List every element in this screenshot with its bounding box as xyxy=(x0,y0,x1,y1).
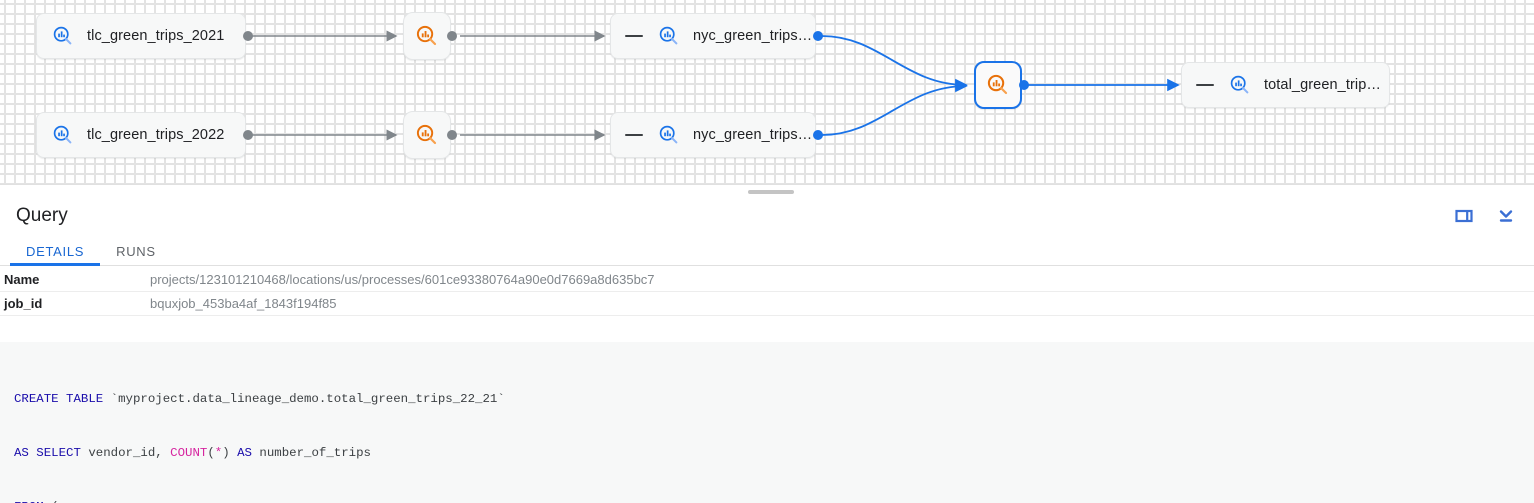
bigquery-table-icon xyxy=(51,24,75,48)
details-key: job_id xyxy=(0,296,150,311)
panel-header-actions xyxy=(1452,204,1518,228)
tab-details[interactable]: DETAILS xyxy=(10,244,100,265)
bigquery-table-icon xyxy=(657,123,681,147)
bigquery-table-icon xyxy=(1228,73,1252,97)
collapse-panel-icon[interactable] xyxy=(1494,204,1518,228)
sql-line: CREATE TABLE `myproject.data_lineage_dem… xyxy=(14,390,1534,408)
edge-source-dot[interactable] xyxy=(813,31,823,41)
details-key: Name xyxy=(0,272,150,287)
split-panel-icon[interactable] xyxy=(1452,204,1476,228)
details-value: projects/123101210468/locations/us/proce… xyxy=(150,272,655,287)
data-lineage-screen: tlc_green_trips_2021 tlc_green_trips_202… xyxy=(0,0,1534,503)
collapse-node-icon[interactable] xyxy=(625,134,643,136)
details-table: Name projects/123101210468/locations/us/… xyxy=(0,268,1534,316)
lineage-node-label: nyc_green_trips… xyxy=(693,127,812,143)
process-query-icon xyxy=(414,23,440,49)
lineage-node-nyc-green-trips-2022[interactable]: nyc_green_trips… xyxy=(610,112,816,158)
edge-source-dot[interactable] xyxy=(1019,80,1029,90)
edge-source-dot[interactable] xyxy=(813,130,823,140)
lineage-node-process-selected[interactable] xyxy=(974,61,1022,109)
bigquery-table-icon xyxy=(657,24,681,48)
lineage-node-nyc-green-trips-2021[interactable]: nyc_green_trips… xyxy=(610,13,816,59)
process-query-icon xyxy=(414,122,440,148)
process-query-icon xyxy=(985,72,1011,98)
lineage-node-process-2021[interactable] xyxy=(403,12,451,60)
split-panel-glyph xyxy=(1454,206,1474,226)
lineage-node-process-2022[interactable] xyxy=(403,111,451,159)
edge-source-dot[interactable] xyxy=(243,31,253,41)
lineage-canvas[interactable]: tlc_green_trips_2021 tlc_green_trips_202… xyxy=(0,0,1534,184)
lineage-node-total-green-trips[interactable]: total_green_trip… xyxy=(1181,62,1390,108)
lineage-node-label: total_green_trip… xyxy=(1264,77,1381,93)
collapse-panel-glyph xyxy=(1496,206,1516,226)
edge-source-dot[interactable] xyxy=(243,130,253,140)
lineage-node-label: nyc_green_trips… xyxy=(693,28,812,44)
bigquery-table-icon xyxy=(51,123,75,147)
details-row-job-id: job_id bquxjob_453ba4af_1843f194f85 xyxy=(0,292,1534,316)
lineage-node-label: tlc_green_trips_2022 xyxy=(87,127,224,143)
lineage-node-tlc-green-trips-2021[interactable]: tlc_green_trips_2021 xyxy=(36,13,246,59)
details-row-name: Name projects/123101210468/locations/us/… xyxy=(0,268,1534,292)
edge-source-dot[interactable] xyxy=(447,130,457,140)
sql-line: AS SELECT vendor_id, COUNT(*) AS number_… xyxy=(14,444,1534,462)
edge-source-dot[interactable] xyxy=(447,31,457,41)
sql-line: FROM ( xyxy=(14,498,1534,503)
lineage-node-label: tlc_green_trips_2021 xyxy=(87,28,224,44)
lineage-node-tlc-green-trips-2022[interactable]: tlc_green_trips_2022 xyxy=(36,112,246,158)
collapse-node-icon[interactable] xyxy=(625,35,643,37)
panel-header: Query xyxy=(0,194,1534,238)
collapse-node-icon[interactable] xyxy=(1196,84,1214,86)
tab-runs[interactable]: RUNS xyxy=(100,244,172,265)
panel-tabs: DETAILS RUNS xyxy=(0,238,1534,266)
sql-code-block[interactable]: CREATE TABLE `myproject.data_lineage_dem… xyxy=(0,342,1534,503)
query-details-panel: Query DETAILS RUNS xyxy=(0,194,1534,503)
details-value: bquxjob_453ba4af_1843f194f85 xyxy=(150,296,337,311)
panel-title: Query xyxy=(16,205,68,227)
